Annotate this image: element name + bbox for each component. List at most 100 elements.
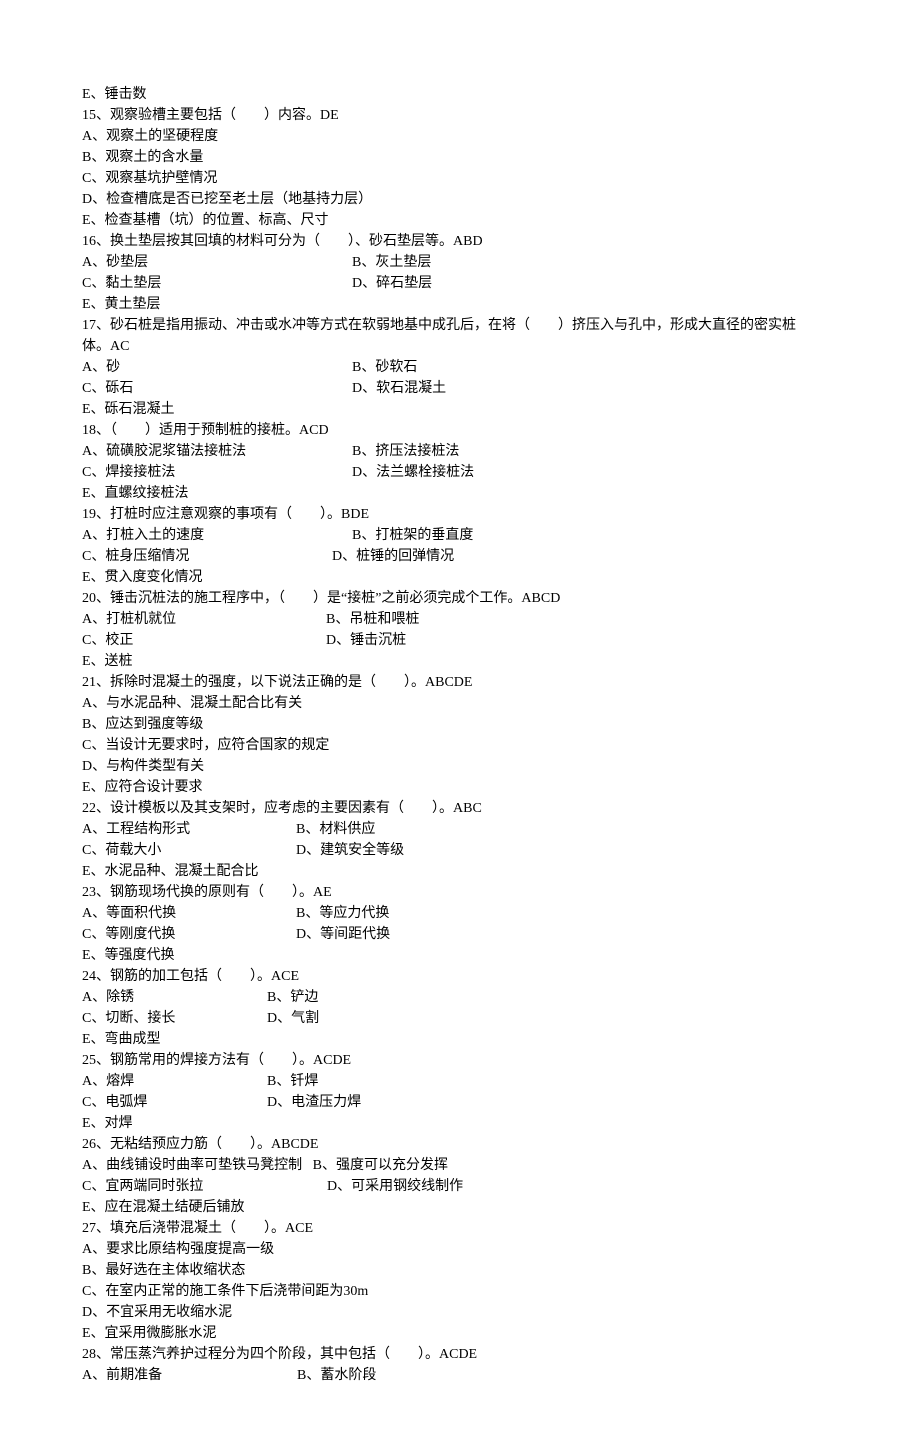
option-left: A、等面积代换: [82, 903, 296, 924]
text-line: E、送桩: [82, 651, 838, 672]
text-line: C、观察基坑护壁情况: [82, 168, 838, 189]
text-line: C、当设计无要求时，应符合国家的规定: [82, 735, 838, 756]
text-line: A、与水泥品种、混凝土配合比有关: [82, 693, 838, 714]
text-line: 15、观察验槽主要包括（ ）内容。DE: [82, 105, 838, 126]
option-right: D、桩锤的回弹情况: [332, 546, 454, 567]
text-line: E、等强度代换: [82, 945, 838, 966]
option-row: A、打桩入土的速度B、打桩架的垂直度: [82, 525, 838, 546]
text-line: 20、锤击沉桩法的施工程序中，（ ）是“接桩”之前必须完成个工作。ABCD: [82, 588, 838, 609]
option-right: D、软石混凝土: [352, 378, 446, 399]
option-left: C、焊接接桩法: [82, 462, 352, 483]
option-right: B、挤压法接桩法: [352, 441, 459, 462]
text-line: A、要求比原结构强度提高一级: [82, 1239, 838, 1260]
option-left: A、除锈: [82, 987, 267, 1008]
option-left: A、打桩入土的速度: [82, 525, 352, 546]
text-line: E、水泥品种、混凝土配合比: [82, 861, 838, 882]
option-right: B、材料供应: [296, 819, 375, 840]
text-line: E、检查基槽（坑）的位置、标高、尺寸: [82, 210, 838, 231]
option-row: C、等刚度代换D、等间距代换: [82, 924, 838, 945]
option-left: C、宜两端同时张拉: [82, 1176, 327, 1197]
option-right: B、吊桩和喂桩: [326, 609, 419, 630]
option-row: A、砂垫层B、灰土垫层: [82, 252, 838, 273]
text-line: D、检查槽底是否已挖至老土层（地基持力层）: [82, 189, 838, 210]
option-row: C、黏土垫层D、碎石垫层: [82, 273, 838, 294]
text-line: 28、常压蒸汽养护过程分为四个阶段，其中包括（ ）。ACDE: [82, 1344, 838, 1365]
text-line: 23、钢筋现场代换的原则有（ ）。AE: [82, 882, 838, 903]
option-row: A、除锈B、铲边: [82, 987, 838, 1008]
text-line: E、黄土垫层: [82, 294, 838, 315]
option-right: D、可采用钢绞线制作: [327, 1176, 463, 1197]
text-line: A、观察土的坚硬程度: [82, 126, 838, 147]
option-right: B、钎焊: [267, 1071, 318, 1092]
option-row: A、熔焊B、钎焊: [82, 1071, 838, 1092]
option-row: C、电弧焊D、电渣压力焊: [82, 1092, 838, 1113]
option-row: C、切断、接长D、气割: [82, 1008, 838, 1029]
text-line: 22、设计模板以及其支架时，应考虑的主要因素有（ ）。ABC: [82, 798, 838, 819]
option-row: C、焊接接桩法D、法兰螺栓接桩法: [82, 462, 838, 483]
option-left: A、熔焊: [82, 1071, 267, 1092]
option-right: B、等应力代换: [296, 903, 389, 924]
option-left: C、砾石: [82, 378, 352, 399]
option-row: C、砾石D、软石混凝土: [82, 378, 838, 399]
option-left: A、前期准备: [82, 1365, 297, 1386]
option-left: C、黏土垫层: [82, 273, 352, 294]
text-line: 19、打桩时应注意观察的事项有（ ）。BDE: [82, 504, 838, 525]
option-right: D、碎石垫层: [352, 273, 432, 294]
text-line: E、弯曲成型: [82, 1029, 838, 1050]
text-line: D、不宜采用无收缩水泥: [82, 1302, 838, 1323]
option-right: B、灰土垫层: [352, 252, 431, 273]
text-line: 26、无粘结预应力筋（ ）。ABCDE: [82, 1134, 838, 1155]
option-row: A、工程结构形式B、材料供应: [82, 819, 838, 840]
text-line: B、最好选在主体收缩状态: [82, 1260, 838, 1281]
text-line: 16、换土垫层按其回填的材料可分为（ ）、砂石垫层等。ABD: [82, 231, 838, 252]
option-left: A、工程结构形式: [82, 819, 296, 840]
option-right: D、法兰螺栓接桩法: [352, 462, 474, 483]
text-line: 体。AC: [82, 336, 838, 357]
text-line: 21、拆除时混凝土的强度，以下说法正确的是（ ）。ABCDE: [82, 672, 838, 693]
option-left: A、打桩机就位: [82, 609, 326, 630]
text-line: C、在室内正常的施工条件下后浇带间距为30m: [82, 1281, 838, 1302]
text-line: 27、填充后浇带混凝土（ ）。ACE: [82, 1218, 838, 1239]
option-right: B、蓄水阶段: [297, 1365, 376, 1386]
option-left: C、桩身压缩情况: [82, 546, 332, 567]
option-left: C、校正: [82, 630, 326, 651]
option-row: C、宜两端同时张拉D、可采用钢绞线制作: [82, 1176, 838, 1197]
option-left: C、等刚度代换: [82, 924, 296, 945]
option-left: A、硫磺胶泥浆锚法接桩法: [82, 441, 352, 462]
text-line: E、应符合设计要求: [82, 777, 838, 798]
text-line: E、贯入度变化情况: [82, 567, 838, 588]
text-line: E、砾石混凝土: [82, 399, 838, 420]
text-line: D、与构件类型有关: [82, 756, 838, 777]
text-line: E、宜采用微膨胀水泥: [82, 1323, 838, 1344]
option-right: D、锤击沉桩: [326, 630, 406, 651]
text-line: 24、钢筋的加工包括（ ）。ACE: [82, 966, 838, 987]
option-row: C、桩身压缩情况D、桩锤的回弹情况: [82, 546, 838, 567]
option-right: B、砂软石: [352, 357, 417, 378]
text-line: 17、砂石桩是指用振动、冲击或水冲等方式在软弱地基中成孔后，在将（ ）挤压入与孔…: [82, 315, 838, 336]
option-right: D、电渣压力焊: [267, 1092, 361, 1113]
option-row: A、硫磺胶泥浆锚法接桩法B、挤压法接桩法: [82, 441, 838, 462]
text-line: 25、钢筋常用的焊接方法有（ ）。ACDE: [82, 1050, 838, 1071]
option-left: C、电弧焊: [82, 1092, 267, 1113]
text-line: 18、（ ）适用于预制桩的接桩。ACD: [82, 420, 838, 441]
text-line: E、锤击数: [82, 84, 838, 105]
text-line: A、曲线铺设时曲率可垫铁马凳控制 B、强度可以充分发挥: [82, 1155, 838, 1176]
option-right: B、铲边: [267, 987, 318, 1008]
option-row: A、前期准备B、蓄水阶段: [82, 1365, 838, 1386]
text-line: E、对焊: [82, 1113, 838, 1134]
text-line: B、应达到强度等级: [82, 714, 838, 735]
option-row: C、校正D、锤击沉桩: [82, 630, 838, 651]
text-line: B、观察土的含水量: [82, 147, 838, 168]
text-line: E、直螺纹接桩法: [82, 483, 838, 504]
option-left: A、砂: [82, 357, 352, 378]
option-right: D、气割: [267, 1008, 319, 1029]
option-right: B、打桩架的垂直度: [352, 525, 473, 546]
option-left: A、砂垫层: [82, 252, 352, 273]
option-left: C、切断、接长: [82, 1008, 267, 1029]
option-left: C、荷载大小: [82, 840, 296, 861]
option-row: A、打桩机就位B、吊桩和喂桩: [82, 609, 838, 630]
option-row: C、荷载大小D、建筑安全等级: [82, 840, 838, 861]
text-line: E、应在混凝土结硬后铺放: [82, 1197, 838, 1218]
option-row: A、等面积代换B、等应力代换: [82, 903, 838, 924]
option-right: D、等间距代换: [296, 924, 390, 945]
